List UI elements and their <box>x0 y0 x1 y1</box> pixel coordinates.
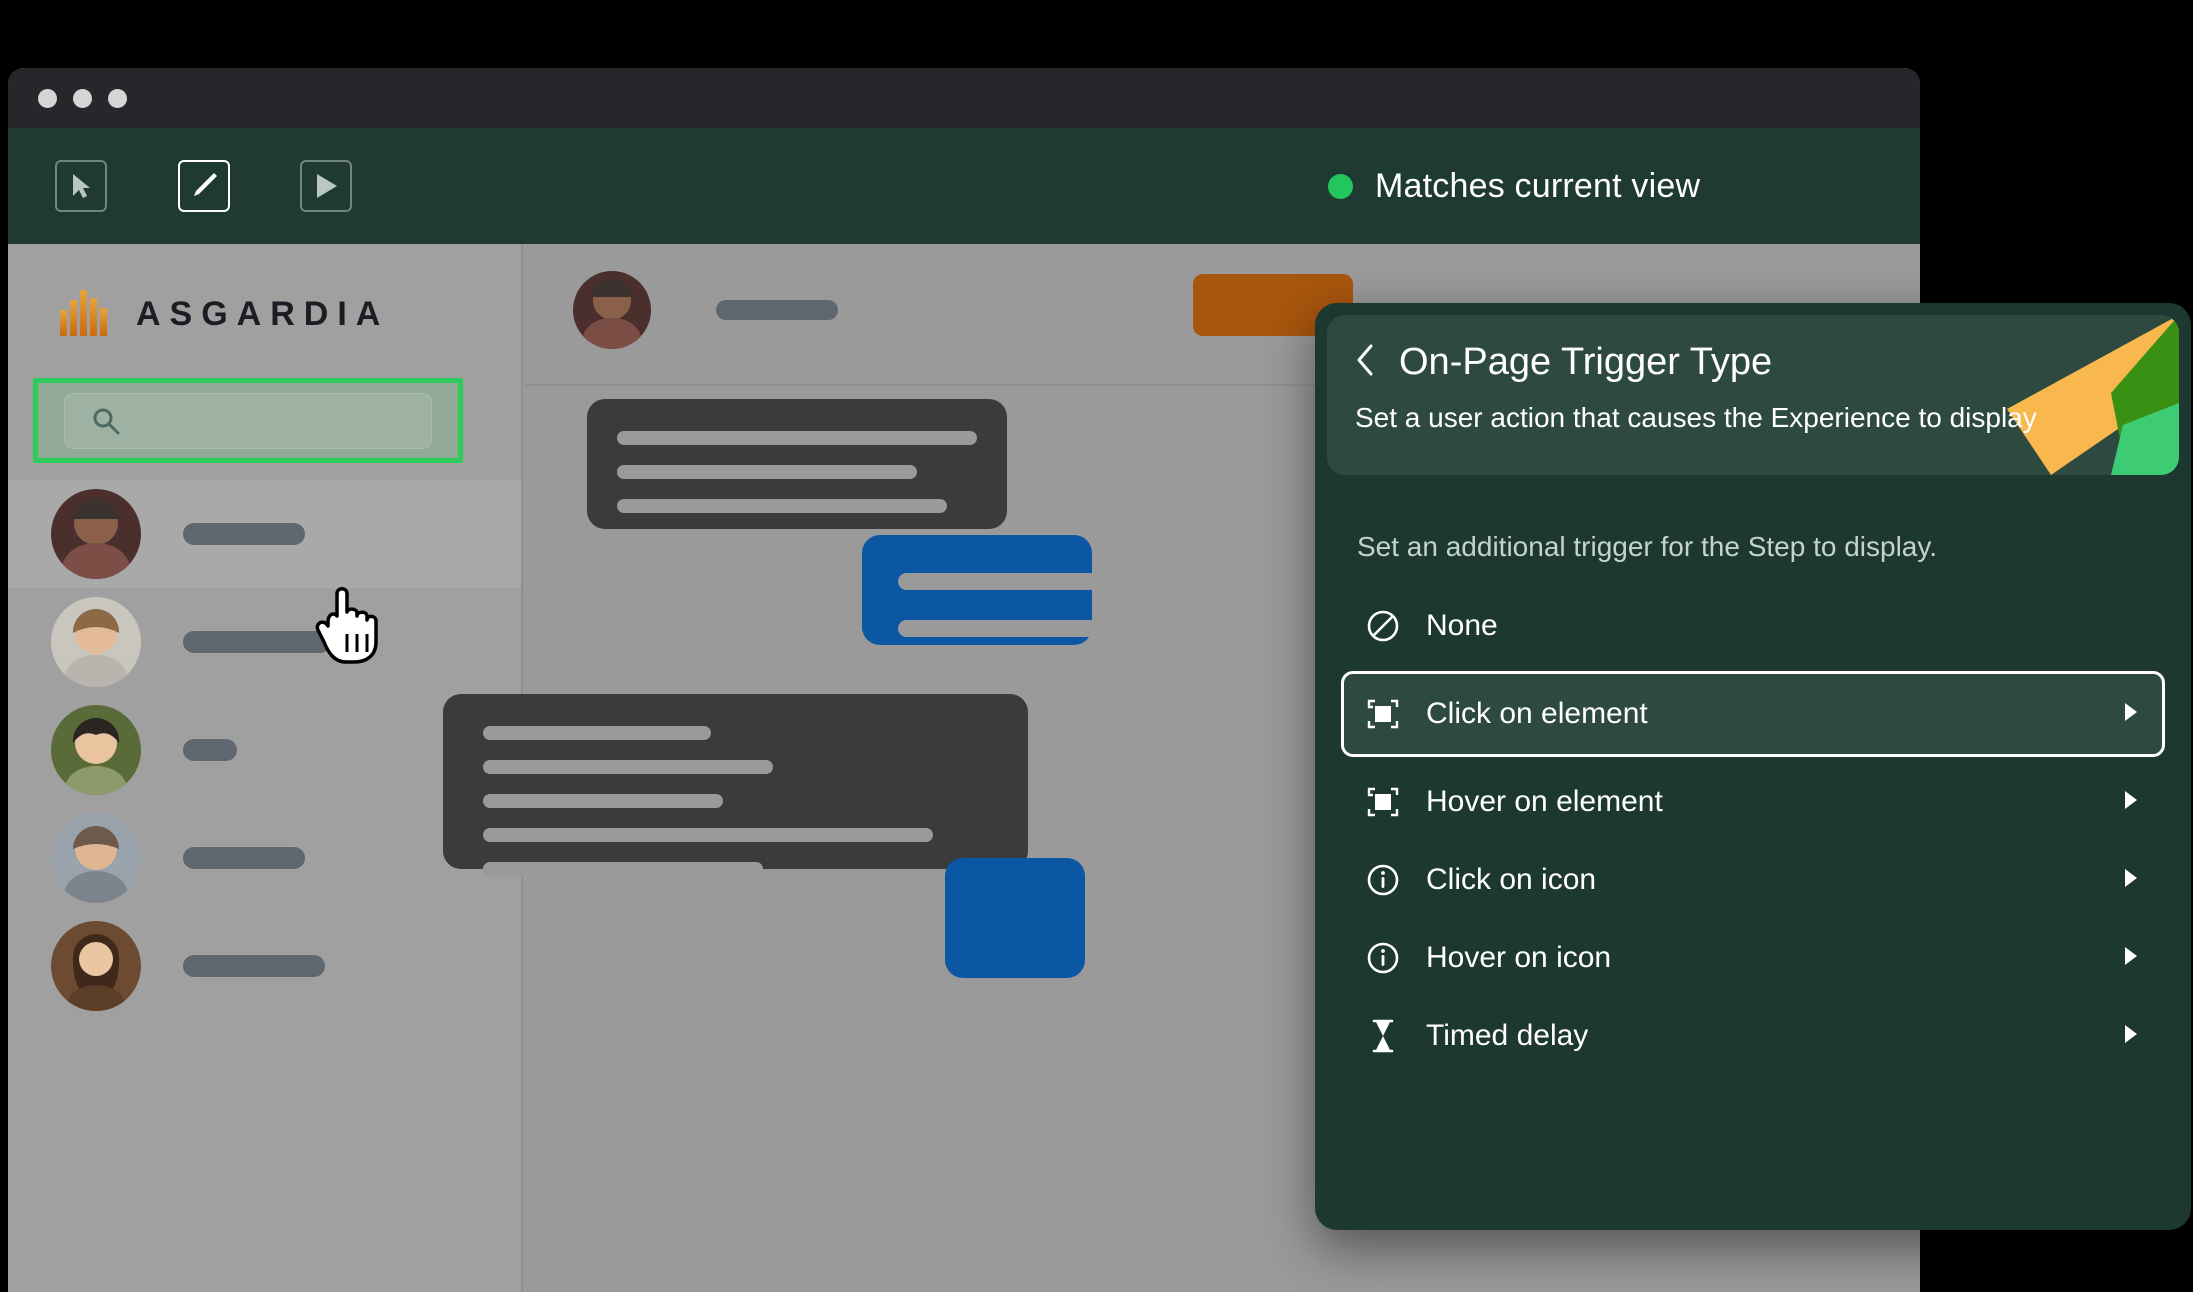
list-item-name-placeholder <box>183 523 305 545</box>
chevron-right-icon <box>2122 1023 2140 1050</box>
avatar <box>573 271 651 349</box>
placeholder-line <box>483 794 723 808</box>
search-icon <box>91 406 121 436</box>
panel-title-row: On-Page Trigger Type <box>1327 315 2179 384</box>
option-label: Click on icon <box>1426 863 1597 896</box>
option-click-on-icon[interactable]: Click on icon <box>1341 847 2165 913</box>
list-item-name-placeholder <box>183 847 305 869</box>
window-titlebar <box>8 68 1920 128</box>
placeholder-line <box>898 620 1098 637</box>
info-circle-icon <box>1362 863 1404 897</box>
placeholder-line <box>483 862 763 876</box>
hourglass-icon <box>1362 1019 1404 1053</box>
close-icon[interactable] <box>38 88 57 108</box>
page-title: On-Page Trigger Type <box>1399 341 1773 383</box>
avatar <box>51 921 141 1011</box>
pencil-icon <box>188 170 220 202</box>
chevron-right-icon <box>2122 945 2140 972</box>
play-icon <box>312 171 340 201</box>
cursor-icon <box>68 172 94 200</box>
status-label: Matches current view <box>1375 166 1701 205</box>
trigger-type-panel: On-Page Trigger Type Set a user action t… <box>1315 303 2191 1230</box>
placeholder-line <box>898 573 1098 590</box>
list-item[interactable] <box>8 588 521 696</box>
placeholder-line <box>483 760 773 774</box>
asgardia-mark-icon <box>58 286 114 343</box>
list-item-name-placeholder <box>183 955 325 977</box>
maximize-icon[interactable] <box>108 88 127 108</box>
placeholder-line <box>483 726 711 740</box>
placeholder-line <box>617 431 977 445</box>
minimize-icon[interactable] <box>73 88 92 108</box>
list-item-name-placeholder <box>183 739 237 761</box>
chevron-right-icon <box>2122 789 2140 816</box>
avatar <box>51 597 141 687</box>
element-frame-icon <box>1362 698 1404 730</box>
placeholder-line <box>617 499 947 513</box>
select-tool-button[interactable] <box>55 160 107 212</box>
list-item[interactable] <box>8 912 521 1020</box>
preview-tool-button[interactable] <box>300 160 352 212</box>
avatar <box>51 705 141 795</box>
option-label: Hover on icon <box>1426 941 1612 974</box>
status-badge <box>1328 173 1353 199</box>
logo-wordmark: ASGARDIA <box>136 295 390 333</box>
option-click-on-element[interactable]: Click on element <box>1341 671 2165 757</box>
option-timed-delay[interactable]: Timed delay <box>1341 1003 2165 1069</box>
option-label: None <box>1426 609 1498 642</box>
list-item-name-placeholder <box>183 631 331 653</box>
placeholder-line <box>898 667 1098 684</box>
content-card-1 <box>587 399 1007 529</box>
chevron-left-icon[interactable] <box>1355 343 1375 382</box>
option-label: Click on element <box>1426 697 1648 730</box>
app-logo: ASGARDIA <box>8 244 521 343</box>
placeholder-line <box>617 465 917 479</box>
edit-tool-button[interactable] <box>178 160 230 212</box>
option-hover-on-icon[interactable]: Hover on icon <box>1341 925 2165 991</box>
panel-description: Set an additional trigger for the Step t… <box>1357 531 1938 562</box>
view-status: Matches current view <box>1328 128 1920 244</box>
chevron-right-icon <box>2122 867 2140 894</box>
panel-header: On-Page Trigger Type Set a user action t… <box>1327 315 2179 475</box>
chevron-right-icon <box>2122 701 2140 728</box>
avatar <box>51 813 141 903</box>
app-toolbar: Matches current view <box>8 128 1920 244</box>
option-none[interactable]: None <box>1341 593 2165 659</box>
search-input[interactable] <box>64 392 432 449</box>
avatar <box>51 489 141 579</box>
mouse-cursor-icon <box>314 582 384 671</box>
option-hover-on-element[interactable]: Hover on element <box>1341 769 2165 835</box>
content-card-2 <box>443 694 1028 876</box>
blue-card-1 <box>862 535 1098 684</box>
screenshot-root: Matches current view ASGARDIA On-Page Tr… <box>0 0 2193 1292</box>
placeholder-line <box>483 828 933 842</box>
element-frame-icon <box>1362 786 1404 818</box>
info-circle-icon <box>1362 941 1404 975</box>
trigger-options-list: None Click on element Hover on element C… <box>1315 563 2191 1069</box>
search-highlight <box>33 378 463 463</box>
post-author-placeholder <box>716 300 838 320</box>
panel-subtitle: Set a user action that causes the Experi… <box>1355 402 2037 433</box>
blue-card-2 <box>945 858 1085 978</box>
list-item[interactable] <box>8 480 521 588</box>
prohibition-icon <box>1362 609 1404 643</box>
option-label: Timed delay <box>1426 1019 1589 1052</box>
option-label: Hover on element <box>1426 785 1663 818</box>
